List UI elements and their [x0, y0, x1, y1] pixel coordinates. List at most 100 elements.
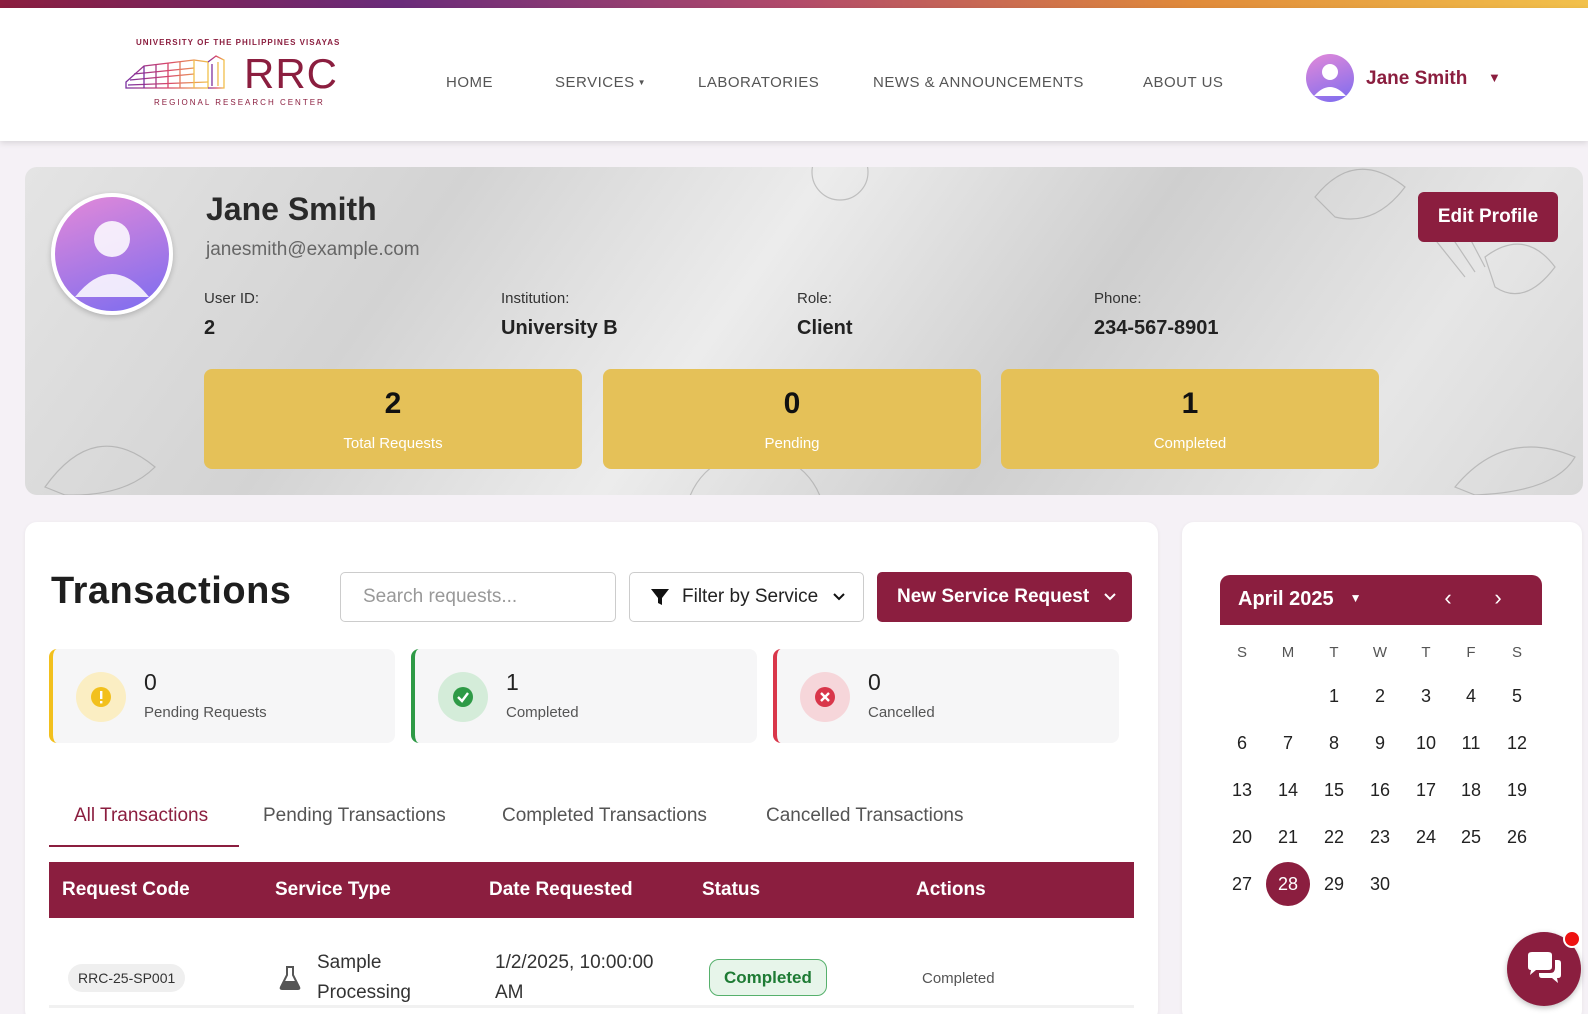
user-id-value: 2 — [204, 317, 216, 339]
calendar-day[interactable]: 19 — [1495, 768, 1539, 812]
action-text: Completed — [922, 970, 995, 987]
calendar-day[interactable]: 21 — [1266, 815, 1310, 859]
col-date-requested: Date Requested — [489, 879, 633, 900]
calendar-day[interactable]: 15 — [1312, 768, 1356, 812]
nav-laboratories[interactable]: LABORATORIES — [698, 74, 819, 91]
calendar-day[interactable]: 11 — [1449, 721, 1493, 765]
calendar-day[interactable]: 25 — [1449, 815, 1493, 859]
notification-dot — [1563, 930, 1581, 948]
table-header: Request Code Service Type Date Requested… — [49, 862, 1134, 918]
calendar-day[interactable]: 23 — [1358, 815, 1402, 859]
edit-profile-button[interactable]: Edit Profile — [1418, 192, 1558, 242]
calendar-day[interactable]: 26 — [1495, 815, 1539, 859]
request-code: RRC-25-SP001 — [68, 964, 186, 992]
calendar-day[interactable]: 7 — [1266, 721, 1310, 765]
status-badge: Completed — [709, 959, 827, 996]
calendar-day[interactable]: 9 — [1358, 721, 1402, 765]
calendar-day[interactable]: 5 — [1495, 674, 1539, 718]
profile-name: Jane Smith — [206, 191, 377, 227]
building-logo-icon — [125, 55, 225, 89]
table-row[interactable]: RRC-25-SP001 Sample Processing 1/2/2025,… — [49, 918, 1134, 1008]
calendar-day[interactable]: 16 — [1358, 768, 1402, 812]
filter-by-service-button[interactable]: Filter by Service — [629, 572, 864, 622]
calendar-day[interactable]: 17 — [1404, 768, 1448, 812]
new-service-request-button[interactable]: New Service Request — [877, 572, 1132, 622]
chat-bubbles-icon — [1528, 952, 1561, 983]
user-name: Jane Smith — [1366, 68, 1468, 89]
prev-month-icon[interactable]: ‹ — [1436, 585, 1460, 611]
calendar-day[interactable]: 24 — [1404, 815, 1448, 859]
service-type: Sample Processing — [317, 952, 411, 1003]
summary-pending-card: 0 Pending Requests — [49, 649, 395, 743]
stat-pending: 0 Pending — [603, 369, 981, 469]
stat-label: Completed — [1153, 435, 1227, 452]
summary-label: Cancelled — [868, 704, 935, 721]
search-input[interactable] — [340, 572, 616, 622]
role-value: Client — [797, 317, 853, 339]
calendar-day[interactable]: 29 — [1312, 862, 1356, 906]
funnel-icon — [651, 589, 669, 605]
summary-cancelled-card: 0 Cancelled — [773, 649, 1119, 743]
nav-news[interactable]: NEWS & ANNOUNCEMENTS — [873, 74, 1084, 91]
user-menu[interactable]: Jane Smith ▼ — [1306, 52, 1506, 104]
calendar-day[interactable]: 22 — [1312, 815, 1356, 859]
nav-services[interactable]: SERVICES ▼ — [555, 74, 646, 91]
caret-down-icon: ▼ — [1349, 591, 1362, 605]
new-request-label: New Service Request — [897, 586, 1090, 607]
stat-value: 1 — [1181, 387, 1199, 420]
summary-value: 0 — [144, 669, 157, 695]
tab-all-transactions[interactable]: All Transactions — [74, 805, 208, 827]
calendar-day[interactable]: 20 — [1220, 815, 1264, 859]
weekday-label: T — [1329, 644, 1339, 661]
profile-card: Jane Smith janesmith@example.com User ID… — [25, 167, 1583, 495]
calendar-day[interactable]: 30 — [1358, 862, 1402, 906]
phone-value: 234-567-8901 — [1094, 317, 1219, 339]
x-circle-icon — [800, 672, 850, 722]
nav-about[interactable]: ABOUT US — [1143, 74, 1223, 91]
avatar-icon — [1306, 54, 1354, 102]
calendar-day[interactable]: 3 — [1404, 674, 1448, 718]
next-month-icon[interactable]: › — [1486, 585, 1510, 611]
calendar-day[interactable]: 2 — [1358, 674, 1402, 718]
nav-home[interactable]: HOME — [446, 74, 493, 91]
logo-center-text: REGIONAL RESEARCH CENTER — [154, 98, 325, 107]
rrc-logo[interactable]: UNIVERSITY OF THE PHILIPPINES VISAYAS RR… — [124, 38, 344, 110]
stat-label: Total Requests — [343, 435, 443, 452]
col-service-type: Service Type — [275, 879, 391, 900]
tab-pending-transactions[interactable]: Pending Transactions — [263, 805, 446, 827]
calendar-day-today[interactable]: 28 — [1266, 862, 1310, 906]
calendar-day[interactable]: 1 — [1312, 674, 1356, 718]
calendar-day[interactable]: 4 — [1449, 674, 1493, 718]
filter-label: Filter by Service — [682, 586, 819, 607]
stat-value: 2 — [384, 387, 402, 420]
chevron-down-icon — [1104, 593, 1116, 601]
weekday-label: F — [1466, 644, 1476, 661]
calendar-day[interactable]: 27 — [1220, 862, 1264, 906]
month-selector[interactable]: April 2025 ▼ — [1238, 588, 1362, 611]
nav-services-label: SERVICES — [555, 74, 635, 91]
tab-cancelled-transactions[interactable]: Cancelled Transactions — [766, 805, 964, 827]
chevron-down-icon — [833, 593, 845, 601]
summary-completed-card: 1 Completed — [411, 649, 757, 743]
calendar-day[interactable]: 14 — [1266, 768, 1310, 812]
calendar-day[interactable]: 12 — [1495, 721, 1539, 765]
col-actions: Actions — [916, 879, 986, 900]
transactions-card: Transactions Filter by Service New Servi… — [25, 522, 1158, 1014]
calendar-day[interactable]: 8 — [1312, 721, 1356, 765]
profile-avatar-icon — [51, 193, 173, 315]
tab-completed-transactions[interactable]: Completed Transactions — [502, 805, 707, 827]
active-tab-indicator — [49, 845, 239, 847]
calendar-day[interactable]: 18 — [1449, 768, 1493, 812]
phone-label: Phone: — [1094, 290, 1142, 307]
check-circle-icon — [438, 672, 488, 722]
calendar-day[interactable]: 10 — [1404, 721, 1448, 765]
weekday-label: W — [1372, 644, 1388, 661]
calendar-header: April 2025 ▼ ‹ › — [1220, 575, 1542, 625]
stat-label: Pending — [764, 435, 820, 452]
role-label: Role: — [797, 290, 833, 307]
calendar-day[interactable]: 13 — [1220, 768, 1264, 812]
summary-value: 1 — [506, 669, 519, 695]
caret-down-icon: ▼ — [637, 78, 647, 87]
calendar-day[interactable]: 6 — [1220, 721, 1264, 765]
pending-icon — [76, 672, 126, 722]
